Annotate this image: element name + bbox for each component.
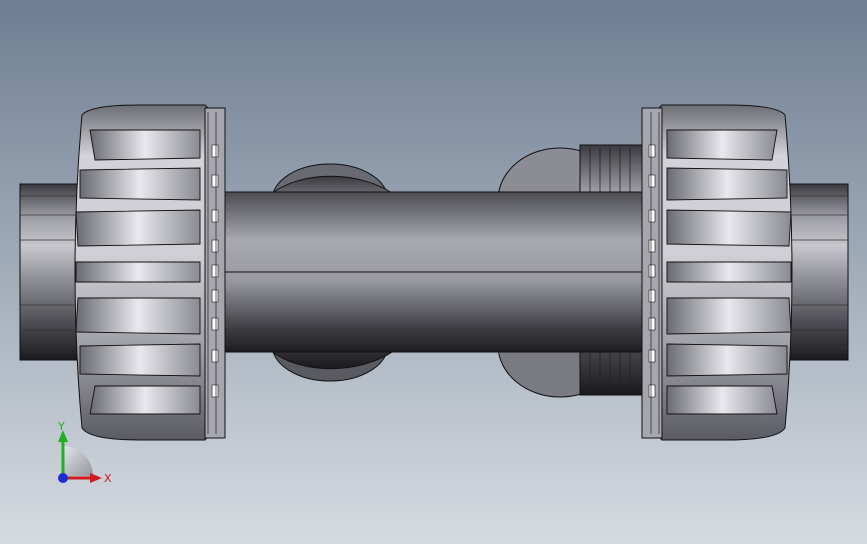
- x-axis-label: X: [104, 472, 112, 485]
- model-scene[interactable]: Y X: [0, 0, 867, 544]
- cad-viewport[interactable]: Y X: [0, 0, 867, 544]
- right-end-connector: [789, 183, 849, 361]
- right-union-nut: [641, 104, 793, 441]
- y-axis-label: Y: [57, 420, 65, 433]
- left-end-connector: [19, 183, 81, 361]
- left-union-nut: [74, 104, 226, 441]
- z-axis-dot: [58, 473, 68, 483]
